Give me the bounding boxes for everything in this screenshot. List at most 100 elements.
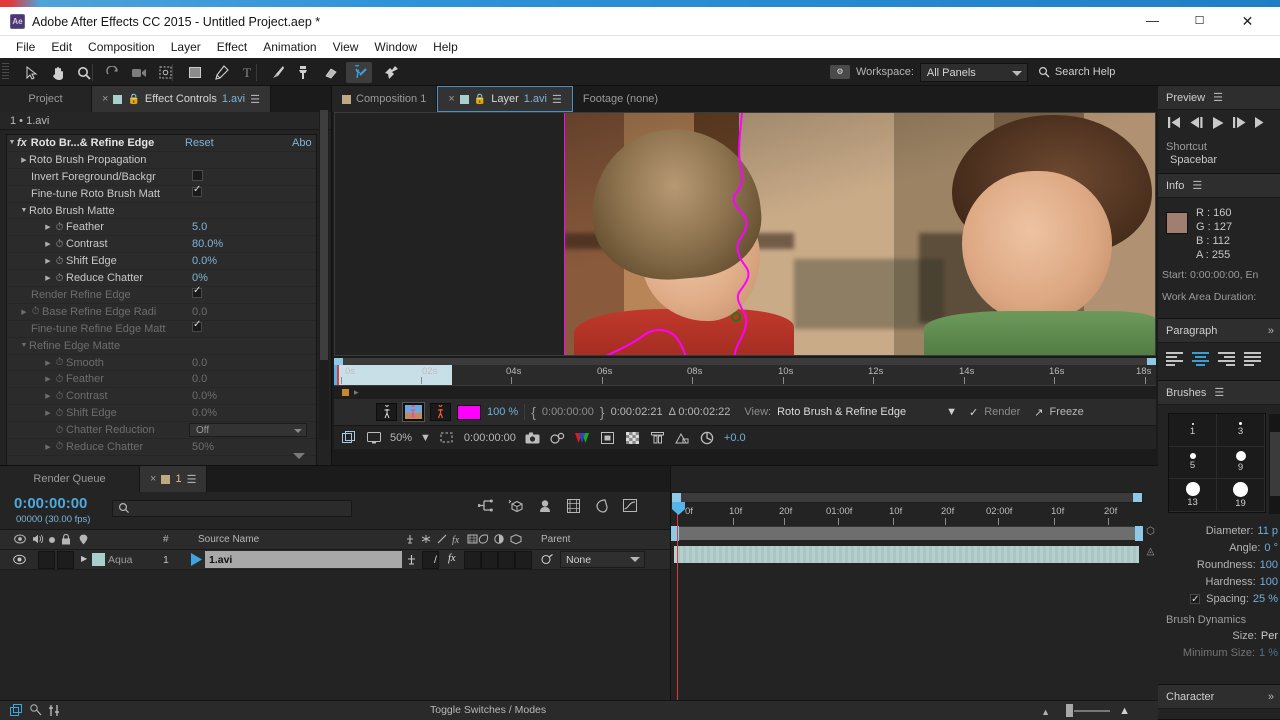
layer-quality-icon[interactable]: / — [434, 554, 437, 566]
disclosure-triangle-icon[interactable]: ▼ — [19, 342, 29, 349]
brush-grid-scrollbar[interactable] — [1269, 414, 1280, 514]
timeline-ruler[interactable]: 0f 10f 20f 01:00f 10f 20f 02:00f 10f 20f — [671, 504, 1143, 528]
brush-roundness-row[interactable]: Roundness: 100 — [1158, 557, 1280, 574]
brush-diameter-value[interactable]: 11 p — [1257, 523, 1278, 540]
search-help-box[interactable]: Search Help — [1038, 66, 1115, 78]
disclosure-triangle-icon[interactable]: ▶ — [43, 375, 53, 383]
stopwatch-icon[interactable]: ⏱ — [53, 222, 66, 233]
overlay-opacity[interactable]: 100 % — [487, 406, 518, 418]
fine-tune-refine-checkbox[interactable] — [192, 319, 202, 333]
param-refine-shift-edge[interactable]: ▶ ⏱ Shift Edge 0.0% — [7, 405, 316, 423]
hand-tool[interactable] — [45, 62, 71, 83]
layer-frame-blend-toggle[interactable] — [464, 551, 481, 569]
param-value[interactable]: 0.0 — [192, 357, 207, 369]
dynamics-minsize-value[interactable]: 1 % — [1259, 645, 1278, 662]
param-group-roto-brush-propagation[interactable]: ▶ Roto Brush Propagation — [7, 152, 316, 169]
hide-shy-layers-icon[interactable] — [538, 499, 552, 516]
panel-menu-icon[interactable] — [250, 93, 260, 106]
chatter-reduction-dropdown[interactable]: Off — [189, 423, 307, 438]
magnification-value[interactable]: 50% — [390, 432, 412, 444]
tab-composition-timeline[interactable]: × 1 — [140, 466, 208, 492]
shortcut-value[interactable]: Spacebar — [1158, 153, 1280, 168]
transparency-grid-icon[interactable] — [624, 429, 641, 446]
pen-tool[interactable] — [208, 62, 234, 83]
brush-spacing-value[interactable]: 25 % — [1253, 591, 1278, 608]
menu-item-composition[interactable]: Composition — [80, 36, 163, 58]
alpha-channel-button[interactable] — [430, 403, 451, 421]
about-button[interactable]: Abo — [292, 137, 312, 149]
alpha-boundary-button[interactable] — [376, 403, 397, 421]
brush-preset[interactable]: 13 — [1169, 479, 1217, 512]
expand-caret-icon[interactable] — [293, 453, 305, 459]
current-time-indicator[interactable] — [337, 365, 339, 385]
param-invert-foreground-background[interactable]: Invert Foreground/Backgr — [7, 169, 316, 186]
menu-item-help[interactable]: Help — [425, 36, 466, 58]
layer-motion-blur-toggle[interactable] — [481, 551, 498, 569]
brush-dynamics-size-row[interactable]: Size: Per — [1158, 628, 1280, 645]
3d-view-icon[interactable] — [649, 429, 666, 446]
fine-tune-roto-checkbox[interactable] — [192, 184, 202, 198]
viewer-keyframe-strip[interactable]: ▸ — [334, 385, 1156, 399]
disclosure-triangle-icon[interactable]: ▼ — [7, 139, 17, 146]
exposure-value[interactable]: +0.0 — [724, 432, 746, 444]
alpha-overlay-button[interactable] — [402, 402, 425, 422]
layer-disclosure-icon[interactable]: ▶ — [81, 554, 87, 563]
show-snapshot-icon[interactable] — [549, 429, 566, 446]
guide-layer-icon[interactable] — [674, 429, 691, 446]
reset-button[interactable]: Reset — [185, 137, 214, 149]
scrollbar-thumb[interactable] — [1270, 432, 1280, 496]
work-area-end-handle[interactable] — [1135, 526, 1143, 541]
close-icon[interactable]: × — [448, 93, 454, 105]
param-chatter-reduction[interactable]: ⏱ Chatter Reduction Off — [7, 422, 316, 440]
param-group-roto-brush-matte[interactable]: ▼ Roto Brush Matte — [7, 203, 316, 220]
chevron-down-icon[interactable]: ▼ — [420, 432, 431, 444]
in-point-value[interactable]: 0:00:00:00 — [542, 406, 594, 418]
viewer-time-ruler[interactable]: 0s 02s 04s 06s 08s 10s 12s 14s 16s 18s — [334, 365, 1156, 385]
invert-checkbox[interactable] — [192, 169, 203, 181]
search-icon[interactable] — [118, 502, 131, 517]
menu-item-edit[interactable]: Edit — [43, 36, 80, 58]
brush-roundness-value[interactable]: 100 — [1260, 557, 1278, 574]
param-group-refine-edge-matte[interactable]: ▼ Refine Edge Matte — [7, 338, 316, 355]
stopwatch-icon[interactable]: ⏱ — [53, 357, 66, 368]
viewer-canvas[interactable] — [334, 112, 1156, 356]
brush-tool[interactable] — [264, 62, 290, 83]
layer-3d-toggle[interactable] — [515, 551, 532, 569]
tab-composition-1[interactable]: Composition 1 — [332, 86, 438, 112]
motion-graph-icon[interactable] — [48, 704, 60, 720]
scrollbar-left-end[interactable] — [672, 493, 681, 502]
align-center-icon[interactable] — [1192, 351, 1212, 367]
keyframe-nav-icon[interactable]: ▸ — [354, 387, 359, 398]
param-feather[interactable]: ▶ ⏱ Feather 5.0 — [7, 219, 316, 237]
chevron-down-icon[interactable]: ▼ — [946, 406, 957, 418]
param-value[interactable]: 0% — [192, 272, 208, 284]
view-dropdown-value[interactable]: Roto Brush & Refine Edge — [777, 406, 906, 418]
effect-controls-scrollbar[interactable] — [319, 110, 329, 440]
disclosure-triangle-icon[interactable]: ▶ — [43, 274, 53, 282]
stopwatch-icon[interactable]: ⏱ — [53, 239, 66, 250]
out-point-icon[interactable]: } — [600, 404, 605, 420]
brush-spacing-row[interactable]: Spacing: 25 % — [1158, 591, 1280, 608]
selection-tool[interactable] — [18, 62, 44, 83]
chevron-right-icon[interactable]: » — [1268, 691, 1274, 703]
tab-render-queue[interactable]: Render Queue — [0, 466, 140, 492]
align-left-icon[interactable] — [1166, 351, 1186, 367]
param-value[interactable]: 0.0 — [192, 373, 207, 385]
param-refine-feather[interactable]: ▶ ⏱ Feather 0.0 — [7, 371, 316, 389]
workspace-dropdown[interactable]: All Panels — [919, 62, 1028, 82]
stopwatch-icon[interactable]: ⏱ — [53, 374, 66, 385]
disclosure-triangle-icon[interactable]: ▶ — [19, 308, 29, 316]
comp-marker-icon[interactable]: ⬡ — [1143, 526, 1158, 540]
layer-solo-toggle[interactable] — [57, 551, 74, 569]
dynamics-size-value[interactable]: Per — [1261, 628, 1278, 645]
stopwatch-icon[interactable]: ⏱ — [53, 256, 66, 267]
menu-item-file[interactable]: File — [8, 36, 43, 58]
brush-angle-row[interactable]: Angle: 0 ° — [1158, 540, 1280, 557]
duration-value[interactable]: Δ 0:00:02:22 — [669, 406, 731, 418]
brush-hardness-row[interactable]: Hardness: 100 — [1158, 574, 1280, 591]
menu-item-layer[interactable]: Layer — [163, 36, 209, 58]
menu-item-animation[interactable]: Animation — [255, 36, 324, 58]
param-contrast[interactable]: ▶ ⏱ Contrast 80.0% — [7, 236, 316, 254]
comp-flowchart-icon[interactable] — [10, 704, 23, 720]
disclosure-triangle-icon[interactable]: ▶ — [43, 443, 53, 451]
